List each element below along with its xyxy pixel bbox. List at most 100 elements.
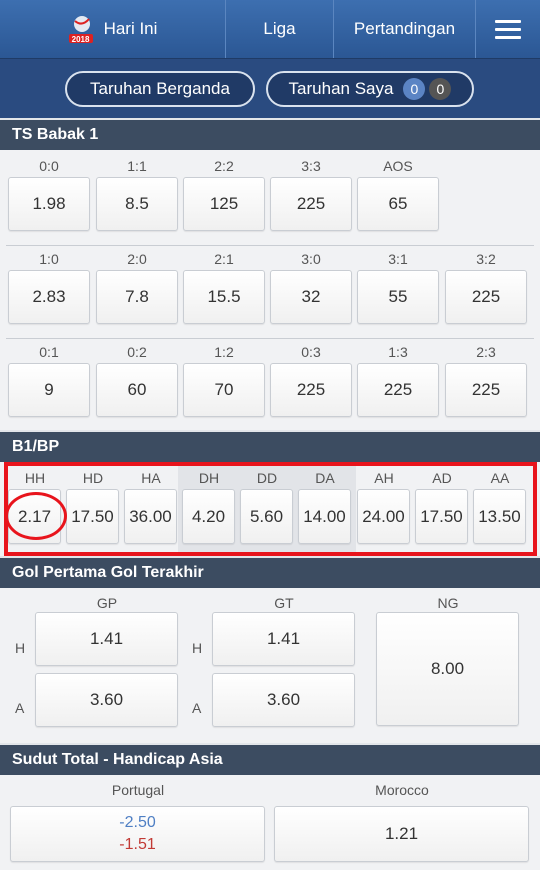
score-label: 0:1 — [39, 344, 59, 360]
multi-bet-button[interactable]: Taruhan Berganda — [65, 71, 255, 107]
score-label: 2:0 — [127, 251, 147, 267]
score-odds-button[interactable]: 60 — [96, 363, 178, 417]
score-label: 2:3 — [476, 344, 496, 360]
score-label: 0:3 — [301, 344, 321, 360]
score-label: 3:1 — [388, 251, 408, 267]
odds-value: 1.41 — [89, 629, 124, 648]
nav-league[interactable]: Liga — [226, 0, 334, 58]
ng-odds-button[interactable]: 8.00 — [376, 612, 519, 726]
away-side-label: A — [15, 700, 25, 716]
score-odds-button[interactable]: 225 — [357, 363, 439, 417]
nav-league-label: Liga — [263, 19, 296, 38]
score-odds-button[interactable]: 55 — [357, 270, 439, 324]
gt-away-odds-button[interactable]: 3.60 — [212, 673, 355, 727]
odds-value: 3.60 — [89, 690, 124, 709]
score-odds-button[interactable]: 225 — [270, 363, 352, 417]
logo-year-text: 2018 — [71, 35, 90, 44]
row-divider — [6, 245, 534, 246]
score-label: 1:2 — [214, 344, 234, 360]
gt-home-odds-button[interactable]: 1.41 — [212, 612, 355, 666]
score-odds-button[interactable]: 225 — [445, 270, 527, 324]
odds-value: 60 — [127, 380, 147, 399]
score-label: 1:1 — [127, 158, 147, 174]
section-header-first-last-goal: Gol Pertama Gol Terakhir — [0, 558, 540, 588]
my-bets-badge-pending: 0 — [403, 78, 426, 100]
home-side-label: H — [192, 640, 203, 656]
first-last-goal-grid: GP GT NG H A H A 1.41 3.60 1.41 3.60 8.0… — [0, 588, 540, 743]
odds-value: 225 — [383, 380, 413, 399]
menu-button[interactable] — [476, 0, 540, 58]
corners-away-odds-button[interactable]: 1.21 — [274, 806, 529, 862]
odds-value: 7.8 — [125, 287, 149, 306]
score-odds-button[interactable]: 70 — [183, 363, 265, 417]
score-label: 1:0 — [39, 251, 59, 267]
top-nav: 2018 Hari Ini Liga Pertandingan — [0, 0, 540, 58]
gt-label: GT — [274, 595, 294, 611]
odds-value: 125 — [209, 194, 239, 213]
section-header-corners: Sudut Total - Handicap Asia — [0, 745, 540, 775]
team-home-label: Portugal — [111, 782, 165, 798]
odds-value: 8.5 — [125, 194, 149, 213]
odds-value: 2.83 — [32, 287, 66, 306]
away-side-label: A — [192, 700, 202, 716]
odds-value: 15.5 — [207, 287, 241, 306]
odds-value: 225 — [471, 380, 501, 399]
odds-value: 225 — [296, 194, 326, 213]
ng-label: NG — [437, 595, 459, 611]
score-label: 3:0 — [301, 251, 321, 267]
score-odds-button[interactable]: 1.98 — [8, 177, 90, 231]
my-bets-label: Taruhan Saya — [288, 79, 394, 98]
nav-today-label: Hari Ini — [103, 19, 158, 38]
world-cup-logo-icon: 2018 — [68, 13, 94, 45]
odds-value: -1.51 — [119, 836, 156, 853]
score-label: 2:1 — [214, 251, 234, 267]
section-header-ht-ft: B1/BP — [0, 432, 540, 462]
score-odds-button[interactable]: 9 — [8, 363, 90, 417]
section-title: Gol Pertama Gol Terakhir — [12, 564, 204, 581]
section-title: Sudut Total - Handicap Asia — [12, 751, 223, 768]
corners-grid: Portugal Morocco -2.50 -1.51 1.21 — [0, 775, 540, 870]
score-label: 0:0 — [39, 158, 59, 174]
odds-value: 1.21 — [384, 824, 419, 843]
score-label: 3:2 — [476, 251, 496, 267]
odds-value: 8.00 — [430, 659, 465, 678]
nav-matches-label: Pertandingan — [353, 19, 456, 38]
score-odds-button[interactable]: 15.5 — [183, 270, 265, 324]
section-header-ts-half1: TS Babak 1 — [0, 120, 540, 150]
score-label: 3:3 — [301, 158, 321, 174]
gp-label: GP — [96, 595, 118, 611]
my-bets-badge-settled: 0 — [429, 78, 452, 100]
highlight-circle — [5, 492, 67, 540]
nav-today[interactable]: 2018 Hari Ini — [0, 0, 226, 58]
nav-matches[interactable]: Pertandingan — [334, 0, 476, 58]
gp-home-odds-button[interactable]: 1.41 — [35, 612, 178, 666]
score-odds-button[interactable]: 125 — [183, 177, 265, 231]
bet-subnav: Taruhan Berganda Taruhan Saya 0 0 — [0, 58, 540, 118]
odds-value: 9 — [44, 380, 54, 399]
score-odds-button[interactable]: 225 — [270, 177, 352, 231]
ts-half1-grid: 0:0 1.98 1:1 8.5 2:2 125 3:3 225 AOS 65 1:0 2.83 2:0… — [0, 150, 540, 430]
gp-away-odds-button[interactable]: 3.60 — [35, 673, 178, 727]
odds-value: 55 — [388, 287, 408, 306]
home-side-label: H — [15, 640, 26, 656]
odds-value: 32 — [301, 287, 321, 306]
corners-home-odds-button[interactable]: -2.50 -1.51 — [10, 806, 265, 862]
hamburger-icon — [495, 19, 521, 39]
handicap-line-value: -2.50 — [119, 814, 156, 831]
score-odds-button[interactable]: 225 — [445, 363, 527, 417]
score-odds-button[interactable]: 8.5 — [96, 177, 178, 231]
odds-value: 225 — [296, 380, 326, 399]
odds-value: 65 — [388, 194, 408, 213]
odds-value: 225 — [471, 287, 501, 306]
score-odds-button[interactable]: 32 — [270, 270, 352, 324]
section-title: B1/BP — [12, 438, 60, 455]
odds-value: 3.60 — [266, 690, 301, 709]
odds-value: 1.41 — [266, 629, 301, 648]
score-odds-button[interactable]: 2.83 — [8, 270, 90, 324]
score-odds-button[interactable]: 7.8 — [96, 270, 178, 324]
section-title: TS Babak 1 — [12, 126, 99, 143]
row-divider — [6, 338, 534, 339]
odds-value: 70 — [214, 380, 234, 399]
my-bets-button[interactable]: Taruhan Saya 0 0 — [266, 71, 474, 107]
score-odds-button[interactable]: 65 — [357, 177, 439, 231]
